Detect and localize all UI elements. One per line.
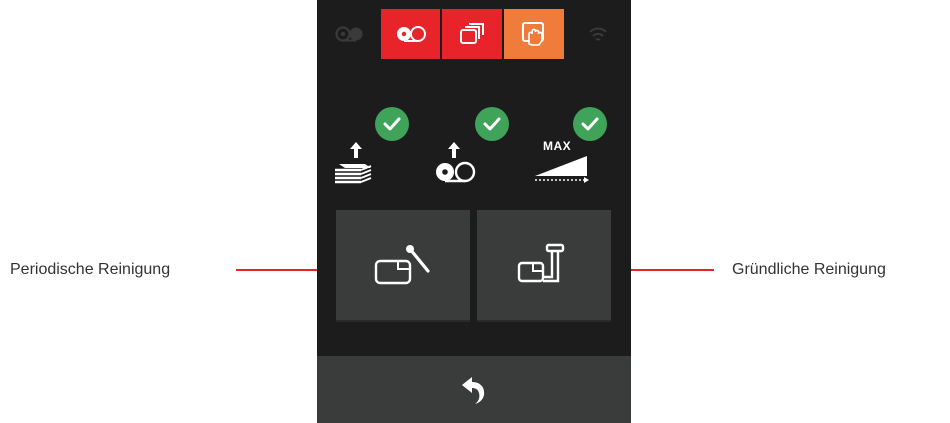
back-arrow-icon (462, 376, 485, 404)
feeder-ok-badge (375, 107, 409, 141)
back-button[interactable] (317, 356, 631, 423)
status-slot-ribbon-inactive[interactable] (325, 9, 375, 59)
status-slot-cards-error[interactable] (442, 9, 502, 59)
max-label: MAX (543, 139, 572, 153)
wifi-icon (589, 27, 607, 41)
status-slot-wifi[interactable] (573, 9, 623, 59)
callout-periodic-cleaning: Periodische Reinigung (10, 261, 171, 278)
status-bar (317, 9, 631, 59)
ribbon-ok-badge (475, 107, 509, 141)
ribbon-up-icon (436, 142, 476, 183)
checkmark-icon (483, 117, 501, 131)
callout-deep-cleaning: Gründliche Reinigung (732, 261, 886, 278)
ribbon-icon (396, 26, 426, 42)
card-hand-icon (522, 22, 544, 46)
card-feeder-up-icon (335, 142, 372, 184)
status-slot-ribbon-error[interactable] (381, 9, 440, 59)
capacity-ok-badge (573, 107, 607, 141)
max-capacity-icon (535, 156, 589, 183)
cleaning-card-pen-icon (517, 243, 565, 283)
printer-display: MAX (317, 0, 631, 423)
cleaning-card-swab-icon (374, 245, 430, 285)
periodic-cleaning-button[interactable] (336, 210, 470, 322)
status-slot-card-hand-warning[interactable] (504, 9, 564, 59)
ribbon-icon (335, 26, 363, 42)
deep-cleaning-button[interactable] (477, 210, 611, 322)
cards-stack-icon (460, 23, 484, 44)
checkmark-icon (581, 117, 599, 131)
checkmark-icon (383, 117, 401, 131)
